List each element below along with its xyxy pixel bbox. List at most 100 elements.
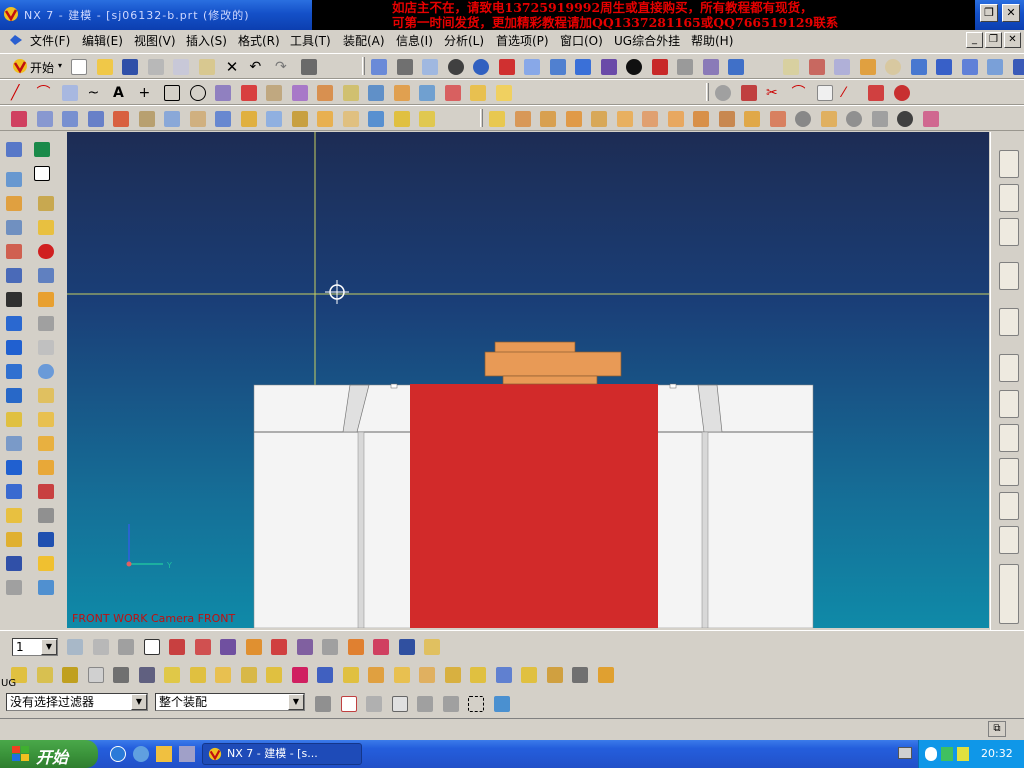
spring-icon[interactable] [6, 556, 22, 571]
restore-window-button[interactable]: ❐ [980, 4, 998, 22]
assembly-navigator-tab[interactable] [999, 150, 1019, 178]
magnify-icon[interactable] [447, 59, 464, 75]
menu-insert[interactable]: 插入(S) [186, 32, 227, 49]
boss-icon[interactable] [38, 364, 54, 379]
pad-icon[interactable] [38, 388, 54, 403]
thread-icon[interactable] [6, 436, 22, 451]
part-navigator-icon[interactable] [34, 142, 50, 157]
restore-document-button[interactable]: ❐ [985, 32, 1002, 48]
thicken-icon[interactable] [215, 111, 231, 127]
existing-point-icon[interactable] [322, 639, 338, 655]
toolbar-grip[interactable] [480, 109, 483, 127]
update-icon[interactable] [922, 111, 939, 127]
chamfer-curve-icon[interactable] [495, 85, 512, 101]
offset-surface-icon[interactable] [266, 111, 282, 127]
extract-curve-icon[interactable] [393, 85, 410, 101]
unite-icon[interactable] [489, 111, 505, 127]
plus-icon[interactable]: + [139, 85, 155, 101]
rectangle-select-icon[interactable] [468, 696, 484, 712]
block-icon[interactable] [820, 111, 837, 127]
start-icon[interactable] [12, 58, 28, 74]
assembly-navigator-icon[interactable] [6, 142, 22, 157]
smooth-spline-icon[interactable] [868, 85, 884, 101]
draft-body-icon[interactable] [38, 460, 54, 475]
blend-icon[interactable] [6, 484, 22, 499]
body-select-icon[interactable] [391, 696, 408, 712]
start-menu-button[interactable]: 开始 [30, 59, 54, 76]
linear-dim-icon[interactable] [495, 667, 512, 683]
open-folder-icon[interactable] [96, 59, 113, 75]
paste-icon[interactable] [198, 59, 215, 75]
paste-face-icon[interactable] [215, 667, 231, 683]
pocket-icon[interactable] [6, 388, 22, 403]
revolve-icon[interactable] [393, 111, 410, 127]
chevron-down-icon[interactable]: ▾ [58, 61, 62, 70]
hole-feature-icon[interactable] [6, 364, 22, 379]
cylinder-icon[interactable] [846, 111, 862, 127]
zoom-icon[interactable] [422, 59, 438, 75]
constraint-icon[interactable] [38, 220, 54, 235]
edge-blend-icon[interactable] [565, 111, 582, 127]
measure-icon[interactable] [859, 59, 876, 75]
keyboard-icon[interactable] [6, 580, 22, 595]
stop-at-intersection-icon[interactable] [442, 696, 459, 712]
volume-icon[interactable] [925, 747, 937, 761]
box-icon[interactable] [38, 196, 54, 211]
shaded-icon[interactable] [626, 59, 642, 75]
trimmed-sheet-icon[interactable] [291, 111, 308, 127]
curve-rule-icon[interactable] [417, 696, 433, 712]
radius-icon[interactable] [470, 667, 486, 683]
offset-region-icon[interactable] [62, 667, 78, 683]
csys-icon[interactable] [961, 59, 978, 75]
delete-face-icon[interactable] [138, 667, 155, 683]
helix-icon[interactable] [240, 85, 257, 101]
selection-icon[interactable] [987, 59, 1003, 75]
slot-icon[interactable] [6, 412, 22, 427]
copy-face-icon[interactable] [164, 667, 180, 683]
stop-icon[interactable] [38, 244, 54, 259]
offset-face-icon[interactable] [769, 111, 786, 127]
mirror-face-icon[interactable] [240, 667, 257, 683]
reuse-library-tab[interactable] [999, 218, 1019, 246]
join-curve-icon[interactable] [419, 85, 435, 101]
point-on-curve-icon[interactable] [347, 639, 364, 655]
perspective-icon[interactable] [524, 59, 540, 75]
filter-icon[interactable] [315, 696, 331, 712]
process-tab[interactable] [999, 526, 1019, 554]
rotate-icon[interactable] [473, 59, 489, 75]
grid-icon[interactable] [834, 59, 850, 75]
coaxial-icon[interactable] [317, 667, 333, 683]
clock-tab[interactable] [999, 354, 1019, 382]
menu-ug-plugin[interactable]: UG综合外挂 [614, 32, 680, 49]
n-sided-icon[interactable] [138, 111, 155, 127]
chevron-down-icon[interactable]: ▼ [131, 694, 147, 710]
circle-icon[interactable] [189, 85, 206, 101]
type-filter-combo[interactable]: 没有选择过滤器 ▼ [6, 693, 148, 711]
windows-start-button[interactable]: 开始 [0, 740, 98, 768]
offset-body-icon[interactable] [6, 508, 22, 523]
groove-icon[interactable] [38, 412, 54, 427]
close-document-button[interactable]: ✕ [1004, 32, 1021, 48]
replace-face-icon[interactable] [87, 667, 104, 683]
cone-feature-icon[interactable] [6, 340, 22, 355]
extension-icon[interactable] [240, 111, 257, 127]
user-tab[interactable] [999, 492, 1019, 520]
mate-icon[interactable] [6, 220, 22, 235]
record-icon[interactable] [893, 85, 910, 101]
surface-icon[interactable] [1012, 59, 1024, 75]
datum-plane-icon[interactable] [11, 111, 27, 127]
extrude-icon[interactable] [368, 111, 384, 127]
search-icon[interactable] [885, 59, 901, 75]
edge-display-icon[interactable] [677, 59, 693, 75]
part-navigator-tab[interactable] [999, 184, 1019, 212]
angular-dim-icon[interactable] [521, 667, 537, 683]
toolbar-grip[interactable] [706, 83, 709, 101]
reference-set-icon[interactable] [38, 268, 54, 283]
gear-icon[interactable] [6, 532, 22, 547]
keyboard-icon[interactable] [898, 747, 912, 759]
tangent-icon[interactable] [342, 667, 359, 683]
trim-corner-icon[interactable]: ✂ [766, 85, 782, 101]
menu-info[interactable]: 信息(I) [396, 32, 433, 49]
taskbar-nx-button[interactable]: NX 7 - 建模 - [s... [202, 743, 362, 765]
chamfer-icon[interactable] [591, 111, 607, 127]
